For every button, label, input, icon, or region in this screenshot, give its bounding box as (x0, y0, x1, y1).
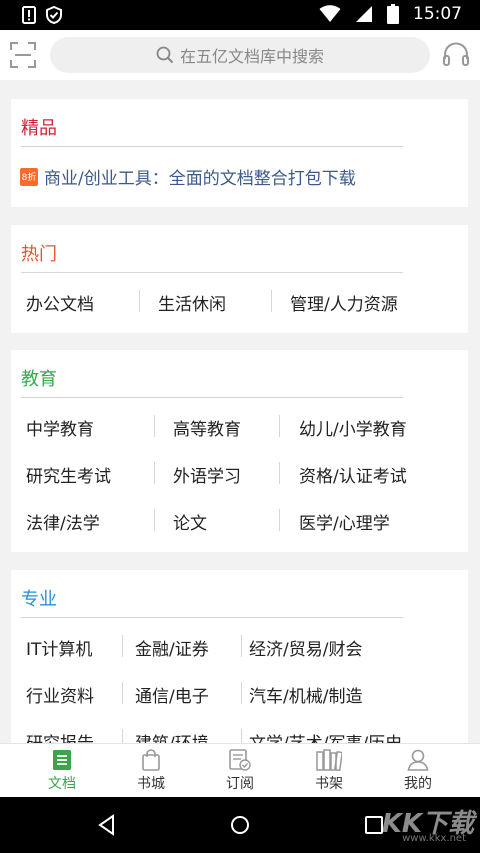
category-architecture-environment[interactable]: 建筑/环境 (135, 729, 209, 743)
bottom-tab-bar: 文档 书城 订阅 书架 我的 (0, 743, 480, 797)
shopping-bag-icon (142, 749, 160, 771)
category-higher-education[interactable]: 高等教育 (173, 415, 241, 440)
category-law[interactable]: 法律/法学 (26, 509, 100, 534)
category-foreign-language[interactable]: 外语学习 (173, 462, 241, 487)
tab-label: 订阅 (226, 776, 254, 792)
wifi-icon (319, 5, 341, 22)
category-management-hr[interactable]: 管理/人力资源 (290, 290, 398, 315)
featured-item-label: 商业/创业工具：全面的文档整合打包下载 (44, 169, 356, 189)
scan-icon[interactable] (10, 42, 36, 68)
category-auto-machinery[interactable]: 汽车/机械/制造 (249, 682, 362, 707)
bookshelf-icon (316, 749, 342, 771)
category-economy-trade[interactable]: 经济/贸易/财会 (249, 635, 362, 660)
subscription-icon (229, 749, 251, 771)
document-icon (53, 750, 71, 770)
category-office-docs[interactable]: 办公文档 (26, 290, 94, 315)
category-literature-art-history[interactable]: 文学/艺术/军事/历史 (249, 729, 402, 743)
divider (241, 729, 242, 743)
status-bar: 15:07 (0, 0, 480, 30)
shield-icon (46, 6, 62, 24)
tab-label: 书架 (315, 776, 343, 792)
battery-icon (387, 4, 399, 24)
category-research-report[interactable]: 研究报告 (26, 729, 94, 743)
divider (154, 509, 155, 531)
tab-label: 书城 (137, 776, 165, 792)
category-postgrad-exam[interactable]: 研究生考试 (26, 462, 111, 487)
featured-item[interactable]: 8折 商业/创业工具：全面的文档整合打包下载 (20, 164, 356, 189)
divider (122, 729, 123, 743)
tab-subscription[interactable]: 订阅 (192, 744, 288, 798)
category-finance-securities[interactable]: 金融/证券 (135, 635, 209, 660)
home-icon[interactable] (229, 814, 251, 836)
divider (21, 272, 403, 273)
divider (241, 682, 242, 704)
divider (122, 635, 123, 657)
category-it-computer[interactable]: IT计算机 (26, 635, 92, 660)
signal-icon (356, 6, 372, 22)
status-time: 15:07 (413, 4, 462, 24)
headset-icon[interactable] (442, 41, 470, 69)
hot-card: 热门 办公文档 生活休闲 管理/人力资源 (11, 225, 468, 333)
category-certification-exam[interactable]: 资格/认证考试 (299, 462, 407, 487)
back-icon[interactable] (96, 814, 118, 836)
tab-profile[interactable]: 我的 (370, 744, 466, 798)
search-placeholder: 在五亿文档库中搜索 (179, 47, 324, 66)
divider (241, 635, 242, 657)
divider (21, 617, 403, 618)
professional-card: 专业 IT计算机 金融/证券 经济/贸易/财会 行业资料 通信/电子 汽车/机械… (11, 570, 468, 743)
search-icon (156, 46, 174, 64)
hot-title: 热门 (21, 244, 57, 265)
divider (154, 415, 155, 437)
alert-icon (22, 6, 36, 24)
featured-title: 精品 (21, 118, 57, 139)
watermark-url: www.kkx.net (402, 833, 466, 844)
education-title: 教育 (21, 369, 57, 390)
search-input[interactable]: 在五亿文档库中搜索 (50, 37, 430, 73)
tab-bookstore[interactable]: 书城 (103, 744, 199, 798)
category-medicine-psychology[interactable]: 医学/心理学 (299, 509, 390, 534)
divider (21, 397, 403, 398)
category-primary-education[interactable]: 幼儿/小学教育 (299, 415, 407, 440)
category-middle-school[interactable]: 中学教育 (26, 415, 94, 440)
divider (271, 290, 272, 312)
divider (139, 290, 140, 312)
divider (279, 462, 280, 484)
profile-icon (407, 749, 429, 771)
top-bar: 在五亿文档库中搜索 (0, 30, 480, 80)
category-thesis[interactable]: 论文 (173, 509, 207, 534)
divider (279, 415, 280, 437)
tab-label: 我的 (404, 776, 432, 792)
system-nav-bar: KK下载 www.kkx.net (0, 797, 480, 853)
professional-title: 专业 (21, 589, 57, 610)
discount-badge: 8折 (20, 167, 38, 186)
tab-bookshelf[interactable]: 书架 (281, 744, 377, 798)
featured-card: 精品 8折 商业/创业工具：全面的文档整合打包下载 (11, 99, 468, 207)
tab-documents[interactable]: 文档 (14, 744, 110, 798)
category-industry-data[interactable]: 行业资料 (26, 682, 94, 707)
category-lifestyle[interactable]: 生活休闲 (158, 290, 226, 315)
education-card: 教育 中学教育 高等教育 幼儿/小学教育 研究生考试 外语学习 资格/认证考试 … (11, 350, 468, 552)
divider (21, 146, 403, 147)
content-area: 精品 8折 商业/创业工具：全面的文档整合打包下载 热门 办公文档 生活休闲 管… (0, 80, 480, 743)
tab-label: 文档 (48, 776, 76, 792)
divider (122, 682, 123, 704)
category-telecom-electronics[interactable]: 通信/电子 (135, 682, 209, 707)
divider (154, 462, 155, 484)
divider (279, 509, 280, 531)
